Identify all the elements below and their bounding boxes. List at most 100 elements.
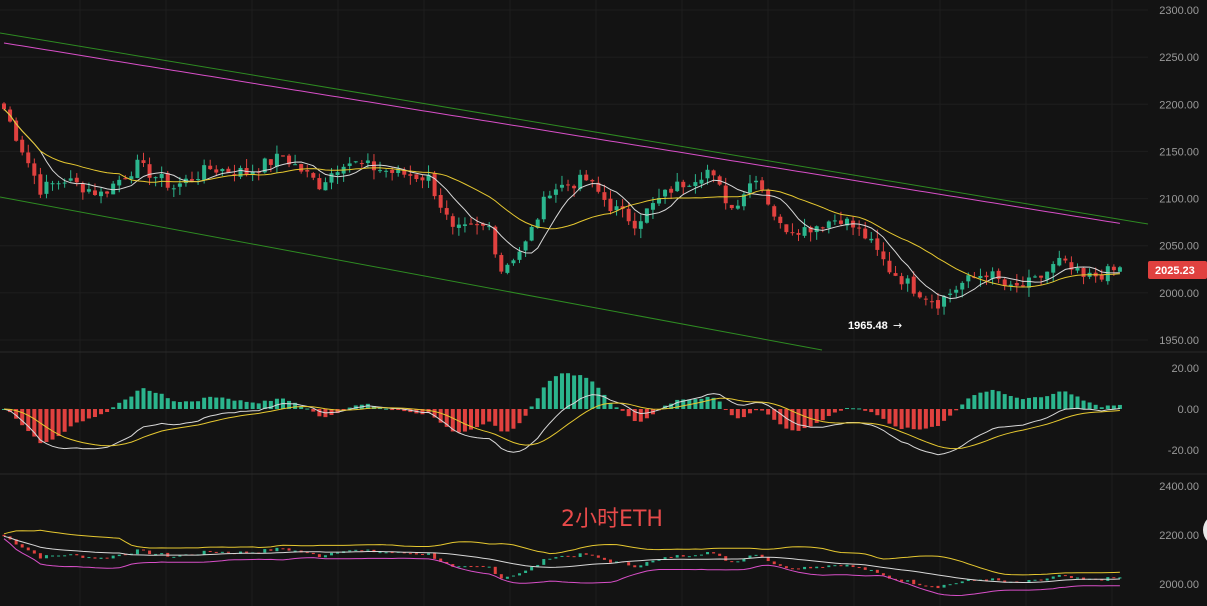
- macd-histogram-bar: [705, 396, 710, 409]
- candle-body: [911, 276, 916, 294]
- macd-histogram-bar: [608, 403, 613, 409]
- candle-body: [1111, 266, 1116, 271]
- candle-body: [1014, 282, 1019, 286]
- candle-body: [365, 160, 370, 164]
- macd-panel: [2, 373, 1122, 456]
- overview-candle: [1112, 577, 1116, 579]
- price-tick-label: 2000.00: [1159, 288, 1199, 300]
- overview-candle: [997, 578, 1001, 581]
- overview-candle: [869, 569, 873, 571]
- overview-candle: [1075, 577, 1079, 579]
- candle-body: [729, 204, 734, 209]
- candle-body: [723, 185, 728, 204]
- overview-candle: [627, 562, 631, 566]
- macd-histogram-bar: [747, 409, 752, 414]
- overview-candle: [936, 585, 940, 589]
- macd-histogram-bar: [869, 409, 874, 413]
- candle-body: [159, 174, 164, 179]
- macd-histogram-bar: [117, 402, 122, 409]
- macd-histogram-bar: [578, 375, 583, 409]
- macd-histogram-bar: [887, 409, 892, 424]
- overview-candle: [669, 556, 673, 558]
- overview-candle: [548, 558, 552, 560]
- candle-body: [32, 163, 37, 176]
- candle-body: [499, 255, 504, 272]
- macd-histogram-bar: [760, 409, 765, 411]
- overview-candle: [863, 567, 867, 570]
- overview-candle: [148, 550, 152, 555]
- macd-histogram-bar: [214, 397, 219, 409]
- overview-candle: [111, 555, 115, 559]
- overview-candle: [602, 557, 606, 560]
- candle-body: [177, 183, 182, 187]
- candle-body: [942, 296, 947, 307]
- overview-candle: [378, 552, 382, 554]
- overview-candle: [160, 553, 164, 555]
- overview-candle: [172, 556, 176, 558]
- candle-body: [754, 180, 759, 183]
- macd-histogram-bar: [905, 409, 910, 428]
- overview-candle: [584, 553, 588, 555]
- overview-candle: [954, 583, 958, 585]
- macd-histogram-bar: [741, 409, 746, 418]
- overview-candle: [93, 557, 97, 559]
- overview-candle: [912, 579, 916, 585]
- candle-body: [468, 223, 473, 225]
- overview-candle: [639, 565, 643, 568]
- macd-histogram-bar: [487, 409, 492, 422]
- overview-candle: [69, 554, 73, 556]
- macd-histogram-bar: [626, 409, 631, 417]
- candle-body: [869, 238, 874, 241]
- macd-histogram-bar: [141, 388, 146, 409]
- macd-histogram-bar: [996, 391, 1001, 409]
- overview-candle: [1039, 579, 1043, 581]
- overview-candle: [918, 583, 922, 586]
- macd-histogram-bar: [845, 407, 850, 409]
- chart-options-button[interactable]: [1203, 514, 1207, 546]
- price-tick-label: 1950.00: [1159, 335, 1199, 347]
- candle-body: [693, 182, 698, 187]
- candle-body: [86, 189, 91, 192]
- candle-body: [420, 177, 425, 181]
- candle-body: [687, 185, 692, 187]
- candle-body: [390, 169, 395, 173]
- overview-candle: [44, 555, 48, 559]
- macd-histogram-bar: [553, 376, 558, 409]
- candle-body: [863, 228, 868, 239]
- candle-body: [638, 221, 643, 229]
- candle-body: [196, 179, 201, 181]
- macd-histogram-bar: [183, 401, 188, 409]
- macd-histogram-bar: [505, 409, 510, 432]
- overview-candle: [1045, 578, 1049, 581]
- overview-candle: [845, 564, 849, 567]
- overview-candle: [427, 553, 431, 555]
- macd-histogram-bar: [881, 409, 886, 419]
- macd-histogram-bar: [274, 398, 279, 409]
- overview-tick-label: 2000.00: [1159, 579, 1199, 591]
- macd-histogram-bar: [535, 398, 540, 409]
- macd-histogram-bar: [717, 401, 722, 409]
- candle-body: [1026, 277, 1031, 288]
- overview-candle: [712, 552, 716, 554]
- overview-candle: [706, 552, 710, 555]
- overview-candle: [518, 573, 522, 576]
- macd-histogram-bar: [1087, 402, 1092, 409]
- macd-histogram-bar: [511, 409, 516, 429]
- overview-candle: [857, 567, 861, 569]
- overview-candle: [408, 553, 412, 555]
- eth-2h-chart[interactable]: 2300.00 2250.00 2200.00 2150.00 2100.00 2050.…: [0, 0, 1207, 606]
- price-tick-label: 2050.00: [1159, 241, 1199, 253]
- macd-histogram-bar: [838, 409, 843, 411]
- overview-candle: [32, 550, 36, 554]
- candle-body: [1081, 268, 1086, 277]
- candle-body: [329, 173, 334, 183]
- overview-candle: [81, 555, 85, 558]
- overview-candle: [281, 548, 285, 550]
- candle-body: [105, 191, 110, 194]
- candle-body: [323, 182, 328, 191]
- price-tick-label: 2200.00: [1159, 99, 1199, 111]
- overview-candle: [26, 547, 30, 551]
- macd-histogram-bar: [584, 377, 589, 409]
- candle-body: [960, 282, 965, 290]
- candle-body: [190, 179, 195, 181]
